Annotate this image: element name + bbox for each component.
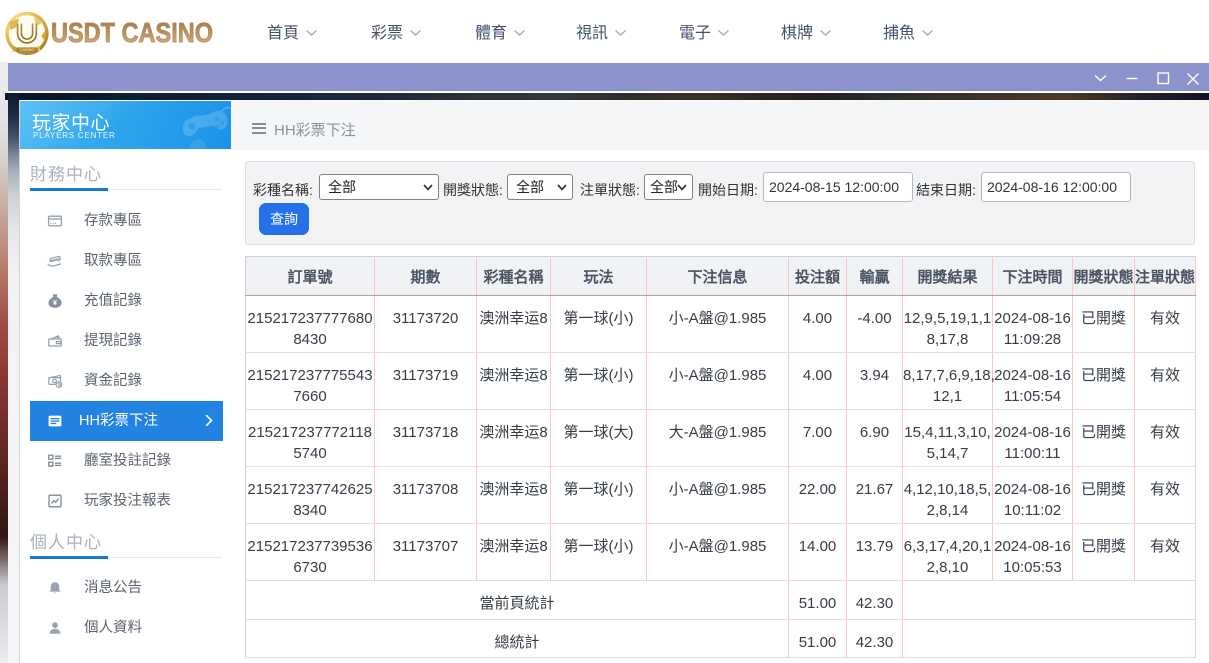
svg-text:CASINO: CASINO — [20, 48, 35, 52]
